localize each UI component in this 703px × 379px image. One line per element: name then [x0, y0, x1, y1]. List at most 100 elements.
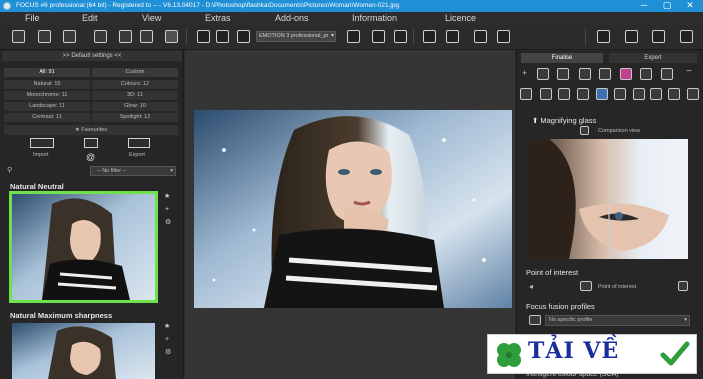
magnify-icon[interactable]	[537, 68, 549, 80]
contrast-icon[interactable]	[520, 88, 532, 100]
mirror-icon[interactable]	[625, 30, 638, 43]
category-spotlight[interactable]: Spotlight: 12	[92, 113, 178, 122]
tab-expert[interactable]: Expert	[609, 53, 697, 63]
wand-icon[interactable]	[558, 88, 570, 100]
menu-addons[interactable]: Add-ons	[275, 13, 309, 23]
star-icon[interactable]: ★	[164, 322, 170, 330]
star-icon[interactable]: ★	[164, 192, 170, 200]
document-icon[interactable]	[372, 30, 385, 43]
droplet-icon[interactable]	[661, 68, 673, 80]
plus-icon[interactable]: +	[522, 68, 527, 78]
grid-icon[interactable]	[577, 88, 589, 100]
poi-title: Point of interest	[526, 268, 579, 277]
filter-select-value: -- No filter --	[97, 168, 127, 174]
close-button[interactable]: ✕	[679, 0, 701, 12]
sliders-icon[interactable]	[140, 30, 153, 43]
menu-licence[interactable]: Licence	[445, 13, 476, 23]
magnifier-section[interactable]: ⬆ Magnifying glass	[532, 116, 596, 125]
split-icon[interactable]	[599, 68, 611, 80]
main-photo[interactable]	[194, 110, 512, 308]
color-icon[interactable]	[596, 88, 608, 100]
eye-icon[interactable]	[597, 30, 610, 43]
import-icon[interactable]	[30, 138, 54, 148]
category-colours[interactable]: Colours: 12	[92, 80, 178, 89]
chevron-right-icon[interactable]	[652, 30, 665, 43]
camera-raw-icon[interactable]	[63, 30, 76, 43]
menu-information[interactable]: Information	[352, 13, 397, 23]
image-icon[interactable]	[557, 68, 569, 80]
fusion-profile-value: No specific profile	[549, 317, 593, 323]
mail-icon[interactable]	[540, 88, 552, 100]
menu-file[interactable]: File	[25, 13, 40, 23]
category-glow[interactable]: Glow: 10	[92, 102, 178, 111]
poi-settings-icon[interactable]	[678, 281, 688, 291]
selection-tool-icon[interactable]	[165, 30, 178, 43]
star-icon[interactable]	[614, 88, 626, 100]
category-contrast[interactable]: Contrast: 11	[4, 113, 90, 122]
export-icon[interactable]	[128, 138, 150, 148]
save-icon[interactable]	[197, 30, 210, 43]
tab-finalise[interactable]: Finalise	[521, 53, 603, 63]
menu-extras[interactable]: Extras	[205, 13, 231, 23]
photo-import-icon[interactable]	[38, 30, 51, 43]
circle-icon[interactable]	[650, 88, 662, 100]
share-icon[interactable]	[237, 30, 250, 43]
category-all[interactable]: All: 91	[4, 68, 90, 77]
toolbar-divider	[413, 29, 414, 45]
camera-icon[interactable]	[680, 30, 693, 43]
compare-icon[interactable]	[347, 30, 360, 43]
import-label: Import	[33, 152, 49, 158]
brush-icon[interactable]	[394, 30, 407, 43]
favourites-button[interactable]: ★ Favourites	[4, 125, 178, 135]
gear-icon[interactable]: ⚙	[165, 348, 171, 356]
chevron-down-icon: ▾	[170, 168, 173, 174]
category-landscape[interactable]: Landscape: 11	[4, 102, 90, 111]
text-icon[interactable]	[687, 88, 699, 100]
export-doc-icon[interactable]	[423, 30, 436, 43]
category-natural[interactable]: Natural: 15	[4, 80, 90, 89]
poi-button[interactable]: Point of interest	[598, 284, 636, 290]
fusion-grid-icon[interactable]	[529, 315, 541, 325]
shape-icon[interactable]	[640, 68, 652, 80]
raw-icon[interactable]	[94, 30, 107, 43]
category-monochrome[interactable]: Monochrome: 11	[4, 91, 90, 100]
cut-icon[interactable]	[497, 30, 510, 43]
preset-thumbnail[interactable]	[12, 323, 155, 379]
play-icon[interactable]	[474, 30, 487, 43]
minimize-button[interactable]: ─	[633, 0, 655, 12]
batch-icon[interactable]	[119, 30, 132, 43]
search-icon[interactable]: ⚲	[7, 166, 12, 174]
preset-select[interactable]: EMOTION 3 professional_pr ▾	[256, 31, 336, 42]
globe-icon[interactable]	[668, 88, 680, 100]
comparison-label: Comparison view	[598, 128, 641, 134]
category-custom[interactable]: Custom	[92, 68, 178, 77]
watermark-text: TẢI VỀ	[528, 338, 620, 364]
print-icon[interactable]	[216, 30, 229, 43]
color-palette-icon[interactable]	[620, 68, 632, 80]
nodes-icon[interactable]	[633, 88, 645, 100]
gear-icon[interactable]: ⚙	[165, 218, 171, 226]
menu-bar: File Edit View Extras Add-ons Informatio…	[0, 12, 703, 25]
magnifier-view[interactable]	[529, 139, 688, 259]
open-folder-icon[interactable]	[12, 30, 25, 43]
plus-icon[interactable]: +	[165, 206, 169, 213]
default-settings-header[interactable]: >> Default settings <<	[2, 51, 182, 61]
arrow-left-icon[interactable]: ◂	[529, 282, 533, 291]
maximize-button[interactable]: ▢	[656, 0, 678, 12]
minus-icon[interactable]: −	[686, 66, 692, 77]
grid-icon[interactable]	[84, 138, 98, 148]
toolbar-divider	[186, 29, 187, 45]
preset-thumbnail-selected[interactable]	[9, 191, 158, 303]
at-icon[interactable]: @	[86, 152, 95, 162]
film-icon[interactable]	[446, 30, 459, 43]
layers-icon[interactable]	[579, 68, 591, 80]
plus-icon[interactable]: +	[165, 336, 169, 343]
preset-title: Natural Maximum sharpness	[10, 311, 113, 320]
comparison-toggle-icon[interactable]	[580, 126, 589, 135]
menu-edit[interactable]: Edit	[82, 13, 98, 23]
menu-view[interactable]: View	[142, 13, 161, 23]
fusion-profile-select[interactable]: No specific profile ▾	[545, 315, 690, 326]
poi-icon[interactable]	[580, 281, 592, 291]
category-3d[interactable]: 3D: 11	[92, 91, 178, 100]
filter-select[interactable]: -- No filter -- ▾	[90, 166, 176, 176]
